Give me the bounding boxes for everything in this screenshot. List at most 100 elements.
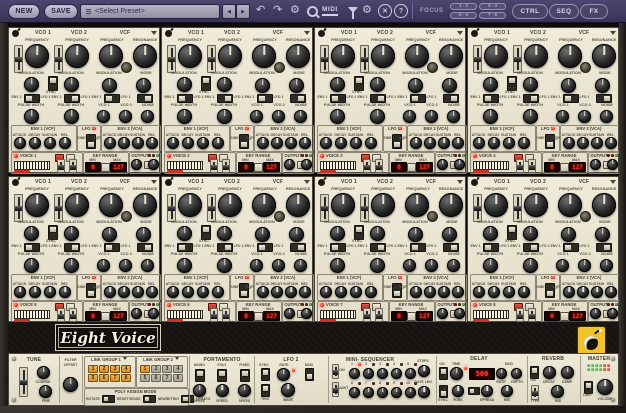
- env1-sustain-knob[interactable]: [503, 137, 515, 149]
- voice-level-slider[interactable]: [528, 308, 536, 322]
- env2-release-knob[interactable]: [605, 286, 617, 298]
- vcf-mod-source-switch[interactable]: [563, 94, 579, 103]
- step-pitch-knob[interactable]: [363, 368, 374, 379]
- vco1-pulse-width-knob[interactable]: [177, 109, 192, 124]
- voice-keyboard-graphic[interactable]: [167, 310, 203, 319]
- vco1-octave-slider[interactable]: [473, 45, 482, 73]
- link2-voice-button[interactable]: 1: [140, 365, 150, 373]
- env2-release-knob[interactable]: [146, 286, 158, 298]
- vco1-pulse-width-knob[interactable]: [24, 258, 39, 273]
- voice-detune-slider[interactable]: [516, 159, 524, 173]
- vcf-mode-switch[interactable]: [443, 243, 459, 252]
- vcf-mod-source-switch[interactable]: [563, 243, 579, 252]
- vco2-frequency-knob[interactable]: [65, 193, 89, 217]
- vco1-mod-source-switch[interactable]: [177, 243, 193, 252]
- reverb-damp-knob[interactable]: [561, 366, 574, 379]
- vcf-frequency-knob[interactable]: [405, 44, 429, 68]
- voice-keyboard-graphic[interactable]: [473, 310, 509, 319]
- output-volume-knob[interactable]: [301, 159, 312, 170]
- env2-attack-knob[interactable]: [563, 137, 575, 149]
- env1-attack-knob[interactable]: [473, 286, 485, 298]
- env1-decay-knob[interactable]: [335, 286, 347, 298]
- key-max-display[interactable]: 127: [263, 311, 280, 321]
- mix-vco2-knob[interactable]: [272, 259, 285, 272]
- vco1-pulse-width-knob[interactable]: [330, 109, 345, 124]
- mix-noise-knob[interactable]: [447, 259, 460, 272]
- vco1-octave-slider[interactable]: [14, 194, 23, 222]
- env2-attack-knob[interactable]: [257, 286, 269, 298]
- vco1-modulation-knob[interactable]: [483, 226, 498, 241]
- vco2-octave-slider[interactable]: [207, 194, 216, 222]
- module-menu-icon[interactable]: [457, 31, 463, 38]
- key-min-display[interactable]: 0: [391, 162, 407, 172]
- lfo2-wave-knob[interactable]: [281, 383, 295, 397]
- vco1-frequency-knob[interactable]: [484, 44, 508, 68]
- key-min-display[interactable]: 0: [85, 162, 101, 172]
- mix-noise-knob[interactable]: [141, 259, 154, 272]
- env1-sustain-knob[interactable]: [44, 137, 56, 149]
- key-min-display[interactable]: 0: [544, 311, 560, 321]
- step-pitch-knob[interactable]: [363, 387, 374, 398]
- output-volume-knob[interactable]: [454, 308, 465, 319]
- vco-sync-switch[interactable]: [201, 76, 211, 91]
- vco2-pulse-width-knob[interactable]: [523, 109, 538, 124]
- key-max-display[interactable]: 127: [263, 162, 280, 172]
- vco2-mod-source-switch[interactable]: [523, 243, 539, 252]
- link2-voice-button[interactable]: 2: [151, 365, 161, 373]
- vco2-modulation-knob[interactable]: [523, 77, 538, 92]
- vco1-modulation-knob[interactable]: [177, 226, 192, 241]
- output-pan-knob[interactable]: [590, 308, 601, 319]
- vco1-pulse-width-knob[interactable]: [177, 258, 192, 273]
- master-volume-knob[interactable]: [597, 379, 613, 395]
- help-icon[interactable]: ?: [394, 4, 408, 18]
- voice-level-slider[interactable]: [222, 308, 230, 322]
- vcf-modulation-knob[interactable]: [561, 78, 576, 93]
- env2-sustain-knob[interactable]: [132, 137, 144, 149]
- lfo2-mod-switch[interactable]: [305, 368, 314, 381]
- output-pan-knob[interactable]: [284, 159, 295, 170]
- vco1-frequency-knob[interactable]: [331, 44, 355, 68]
- key-learn-button[interactable]: [254, 312, 263, 321]
- vco2-modulation-knob[interactable]: [217, 77, 232, 92]
- env1-release-knob[interactable]: [518, 286, 530, 298]
- vco1-pulse-width-knob[interactable]: [483, 109, 498, 124]
- key-learn-button[interactable]: [407, 312, 416, 321]
- vco2-modulation-knob[interactable]: [523, 226, 538, 241]
- env1-attack-knob[interactable]: [167, 286, 179, 298]
- reverb-mix-knob[interactable]: [551, 385, 564, 398]
- vco1-frequency-knob[interactable]: [331, 193, 355, 217]
- vco2-frequency-knob[interactable]: [218, 44, 242, 68]
- mix-vco1-knob[interactable]: [97, 110, 110, 123]
- vco2-octave-slider[interactable]: [54, 45, 63, 73]
- delay-feedback-knob[interactable]: [452, 385, 464, 397]
- undo-icon[interactable]: ↶: [256, 5, 265, 16]
- voice-level-slider[interactable]: [69, 159, 77, 173]
- vco2-frequency-knob[interactable]: [218, 193, 242, 217]
- link1-voice-button[interactable]: 4: [121, 365, 131, 373]
- output-volume-knob[interactable]: [454, 159, 465, 170]
- vcf-mode-knob[interactable]: [442, 78, 457, 93]
- output-volume-knob[interactable]: [148, 159, 159, 170]
- mix-vco1-knob[interactable]: [403, 110, 416, 123]
- vcf-mode-knob[interactable]: [595, 78, 610, 93]
- vco2-mod-source-switch[interactable]: [64, 243, 80, 252]
- delay-time-knob[interactable]: [450, 367, 463, 380]
- vcf-resonance-knob[interactable]: [133, 44, 157, 68]
- env2-sustain-knob[interactable]: [438, 286, 450, 298]
- vco2-octave-slider[interactable]: [207, 45, 216, 73]
- mix-noise-knob[interactable]: [294, 259, 307, 272]
- vcf-frequency-knob[interactable]: [558, 44, 582, 68]
- step-pitch-knob[interactable]: [391, 368, 402, 379]
- link2-voice-button[interactable]: 8: [173, 374, 183, 382]
- voice-keyboard-graphic[interactable]: [167, 161, 203, 170]
- vco2-pulse-width-knob[interactable]: [64, 258, 79, 273]
- delay-time-display[interactable]: 500: [469, 368, 495, 380]
- vcf-mode-switch[interactable]: [290, 243, 306, 252]
- voice-detune-slider[interactable]: [57, 308, 65, 322]
- link1-voice-button[interactable]: 1: [88, 365, 98, 373]
- vcf-mode-knob[interactable]: [595, 227, 610, 242]
- mix-vco2-knob[interactable]: [578, 110, 591, 123]
- env2-sustain-knob[interactable]: [132, 286, 144, 298]
- vcf-modulation-knob[interactable]: [255, 227, 270, 242]
- delay-pingpong-switch[interactable]: [468, 387, 480, 395]
